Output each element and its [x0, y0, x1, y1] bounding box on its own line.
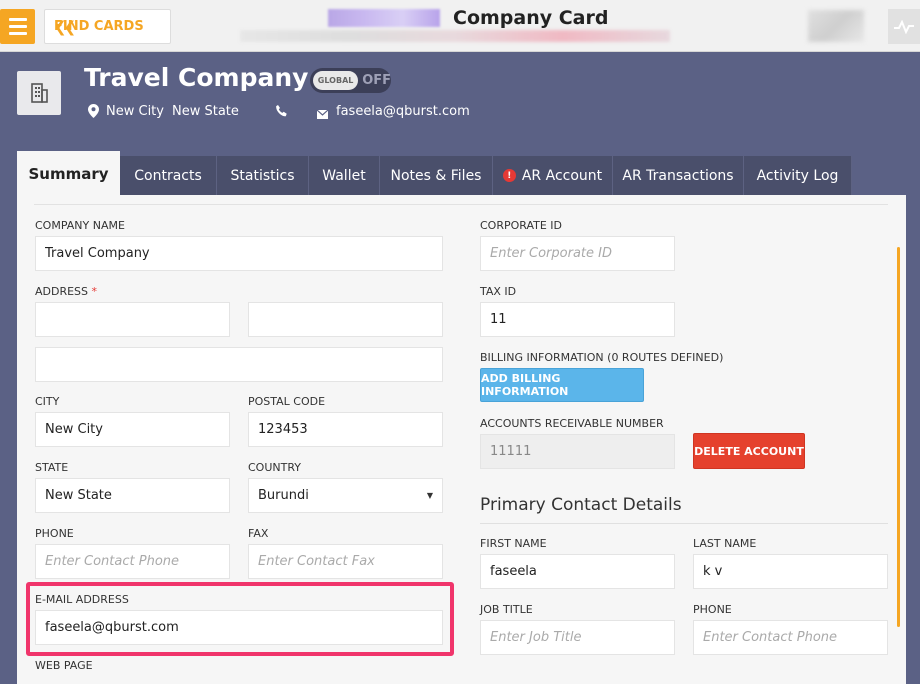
fax-label: FAX	[248, 527, 269, 540]
country-value: Burundi	[258, 488, 309, 503]
primary-contact-heading: Primary Contact Details	[480, 495, 682, 515]
company-name-field[interactable]	[35, 236, 443, 271]
country-label: COUNTRY	[248, 461, 301, 474]
tax-id-label: TAX ID	[480, 285, 517, 298]
menu-icon-line	[8, 25, 27, 28]
company-name-label: COMPANY NAME	[35, 219, 125, 232]
fax-field[interactable]	[248, 544, 443, 579]
job-title-label: JOB TITLE	[480, 603, 533, 616]
state-field[interactable]	[35, 478, 230, 513]
tab-notes-files[interactable]: Notes & Files	[380, 156, 493, 195]
toggle-state: OFF	[362, 73, 391, 88]
envelope-icon	[316, 108, 329, 123]
tab-ar-transactions[interactable]: AR Transactions	[613, 156, 744, 195]
job-title-field[interactable]	[480, 620, 675, 655]
postal-code-label: POSTAL CODE	[248, 395, 326, 408]
email-label: E-MAIL ADDRESS	[35, 593, 129, 606]
blurred-region	[328, 9, 440, 27]
contact-phone-label: PHONE	[693, 603, 732, 616]
country-select[interactable]: Burundi ▼	[248, 478, 443, 513]
address-line-1-field[interactable]	[35, 302, 230, 337]
location-pin-icon	[88, 104, 99, 122]
hamburger-menu-button[interactable]	[0, 9, 35, 44]
blurred-region	[240, 30, 670, 42]
ar-number-field	[480, 434, 675, 469]
tab-ar-account-label: AR Account	[521, 167, 603, 184]
tab-activity-log[interactable]: Activity Log	[744, 156, 852, 195]
first-name-field[interactable]	[480, 554, 675, 589]
corporate-id-field[interactable]	[480, 236, 675, 271]
company-name-heading: Travel Company	[84, 63, 309, 92]
phone-field[interactable]	[35, 544, 230, 579]
tax-id-field[interactable]	[480, 302, 675, 337]
last-name-field[interactable]	[693, 554, 888, 589]
page-title: Company Card	[453, 7, 609, 29]
company-state: New State	[172, 104, 239, 119]
tab-wallet[interactable]: Wallet	[309, 156, 380, 195]
menu-icon-line	[8, 18, 27, 21]
divider	[480, 523, 888, 524]
state-label: STATE	[35, 461, 69, 474]
address-label: ADDRESS *	[35, 285, 98, 298]
web-page-label: WEB PAGE	[35, 659, 93, 672]
find-cards-label: FIND CARDS	[54, 19, 144, 34]
global-toggle[interactable]: GLOBAL OFF	[310, 68, 391, 93]
summary-panel: COMPANY NAME ADDRESS * CITY POSTAL CODE …	[17, 195, 906, 684]
activity-button[interactable]	[888, 9, 920, 44]
address-line-2-field[interactable]	[248, 302, 443, 337]
delete-account-button[interactable]: DELETE ACCOUNT	[693, 433, 805, 469]
tab-summary[interactable]: Summary	[17, 151, 120, 196]
company-email[interactable]: faseela@qburst.com	[336, 104, 470, 119]
corporate-id-label: CORPORATE ID	[480, 219, 563, 232]
tab-contracts[interactable]: Contracts	[120, 156, 217, 195]
company-building-icon	[17, 71, 61, 115]
add-billing-info-button[interactable]: ADD BILLING INFORMATION	[480, 368, 644, 402]
company-city: New City	[106, 104, 164, 119]
postal-code-field[interactable]	[248, 412, 443, 447]
tab-statistics[interactable]: Statistics	[217, 156, 309, 195]
pulse-icon	[894, 19, 914, 34]
blurred-region	[808, 10, 864, 42]
city-field[interactable]	[35, 412, 230, 447]
top-bar: ❮❮ FIND CARDS Company Card	[0, 0, 920, 52]
contact-phone-field[interactable]	[693, 620, 888, 655]
address-line-3-field[interactable]	[35, 347, 443, 382]
phone-label: PHONE	[35, 527, 74, 540]
first-name-label: FIRST NAME	[480, 537, 547, 550]
city-label: CITY	[35, 395, 60, 408]
tab-ar-account[interactable]: ! AR Account	[493, 156, 613, 195]
required-marker: *	[91, 285, 98, 298]
find-cards-button[interactable]: ❮❮ FIND CARDS	[44, 9, 171, 44]
toggle-knob: GLOBAL	[313, 71, 359, 90]
email-field[interactable]	[35, 610, 443, 645]
divider	[34, 204, 888, 205]
phone-icon	[276, 105, 287, 121]
menu-icon-line	[8, 32, 27, 35]
alert-icon: !	[502, 169, 516, 182]
last-name-label: LAST NAME	[693, 537, 757, 550]
billing-info-label: BILLING INFORMATION (0 ROUTES DEFINED)	[480, 351, 724, 364]
caret-down-icon: ▼	[426, 491, 433, 500]
ar-number-label: ACCOUNTS RECEIVABLE NUMBER	[480, 417, 664, 430]
scrollbar[interactable]	[897, 247, 900, 627]
